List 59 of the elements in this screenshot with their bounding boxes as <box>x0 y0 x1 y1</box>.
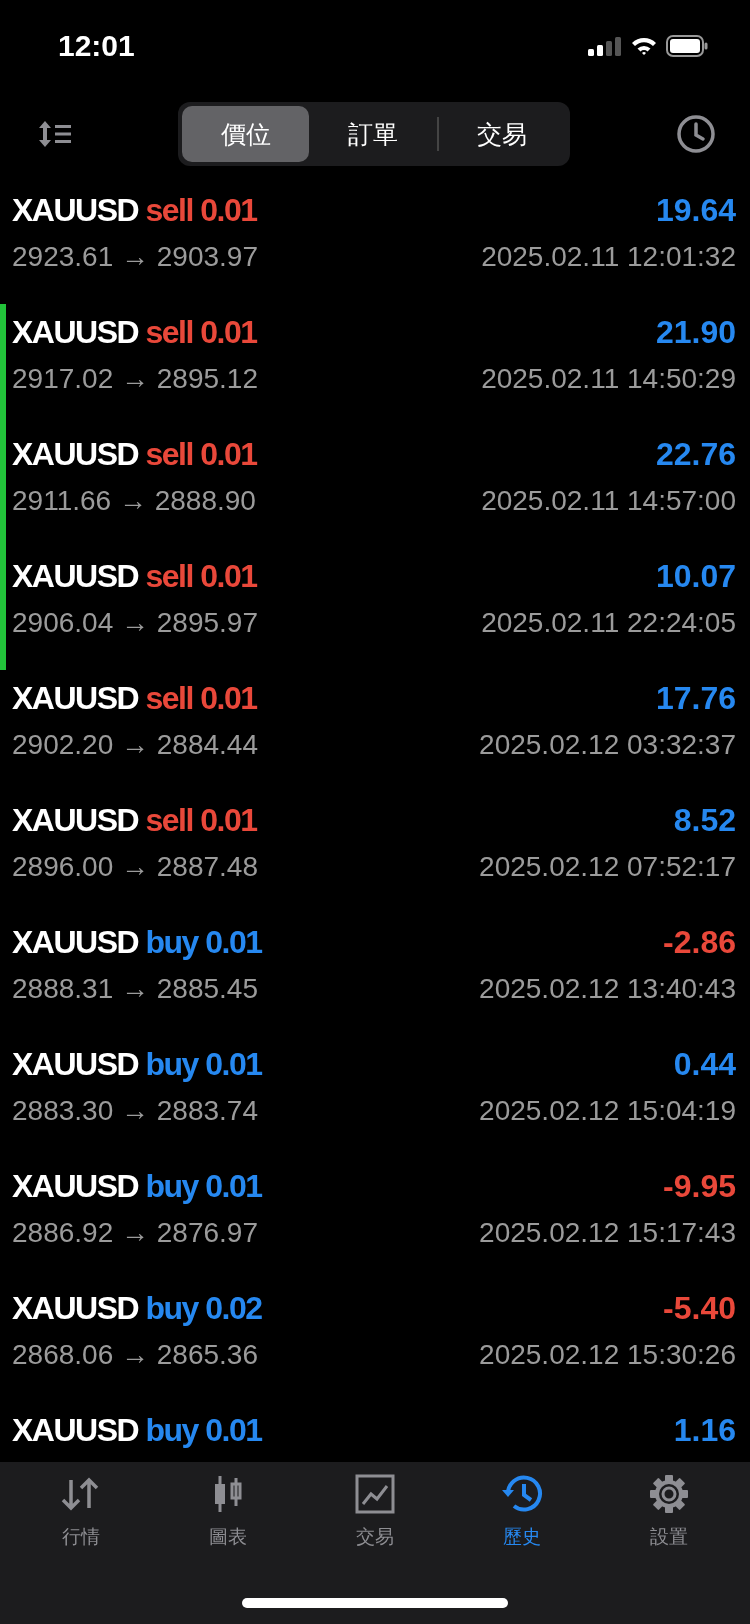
price-range: 2923.61 → 2903.97 <box>12 241 258 273</box>
price-range: 2888.31 → 2885.45 <box>12 973 258 1005</box>
segment-tab[interactable]: 訂單 <box>309 106 437 162</box>
profit-value: 8.52 <box>673 802 736 839</box>
price-range: 2886.92 → 2876.97 <box>12 1217 258 1249</box>
deal-title: XAUUSD sell 0.01 <box>12 802 257 839</box>
deal-title: XAUUSD sell 0.01 <box>12 558 257 595</box>
segment-tab[interactable]: 交易 <box>438 106 566 162</box>
deal-title: XAUUSD buy 0.01 <box>12 1412 262 1449</box>
deal-time: 2025.02.12 07:52:17 <box>479 851 736 883</box>
signal-icon <box>588 36 622 56</box>
history-icon <box>499 1474 544 1514</box>
profit-value: 1.16 <box>673 1412 736 1449</box>
price-range: 2896.00 → 2887.48 <box>12 851 258 883</box>
deal-time: 2025.02.12 15:30:26 <box>479 1339 736 1371</box>
deal-time: 2025.02.12 03:32:37 <box>479 729 736 761</box>
price-range: 2911.66 → 2888.90 <box>12 485 256 517</box>
tab-item[interactable]: 設置 <box>595 1474 742 1558</box>
price-range: 2917.02 → 2895.12 <box>12 363 258 395</box>
price-range: 2902.20 → 2884.44 <box>12 729 258 761</box>
tab-item[interactable]: 行情 <box>8 1474 155 1558</box>
deal-time: 2025.02.11 14:50:29 <box>481 363 736 395</box>
profit-value: 10.07 <box>655 558 736 595</box>
tab-item[interactable]: 歷史 <box>448 1474 596 1558</box>
deal-title: XAUUSD buy 0.01 <box>12 924 262 961</box>
battery-icon <box>666 35 708 57</box>
deal-title: XAUUSD buy 0.01 <box>12 1168 262 1205</box>
price-range: 2868.06 → 2865.36 <box>12 1339 258 1371</box>
profit-value: 17.76 <box>655 680 736 717</box>
deal-title: XAUUSD sell 0.01 <box>12 680 257 717</box>
deal-time: 2025.02.12 15:04:19 <box>479 1095 736 1127</box>
profit-value: -2.86 <box>663 924 736 961</box>
sort-icon[interactable] <box>38 119 72 149</box>
deal-title: XAUUSD buy 0.02 <box>12 1290 262 1327</box>
wifi-icon <box>630 36 658 56</box>
deal-title: XAUUSD sell 0.01 <box>12 192 257 229</box>
status-time: 12:01 <box>58 29 135 63</box>
deal-time: 2025.02.11 22:24:05 <box>481 607 736 639</box>
tab-item[interactable]: 交易 <box>301 1474 449 1558</box>
settings-icon <box>648 1474 689 1514</box>
profit-value: 22.76 <box>655 436 736 473</box>
deal-time: 2025.02.12 15:17:43 <box>479 1217 736 1249</box>
profit-value: -9.95 <box>663 1168 736 1205</box>
tab-item[interactable]: 圖表 <box>154 1474 302 1558</box>
profit-value: -5.40 <box>663 1290 736 1327</box>
deal-time: 2025.02.12 13:40:43 <box>479 973 736 1005</box>
profit-value: 19.64 <box>655 192 736 229</box>
price-range: 2883.30 → 2883.74 <box>12 1095 258 1127</box>
price-range: 2906.04 → 2895.97 <box>12 607 258 639</box>
clock-icon[interactable] <box>676 114 716 154</box>
segment-tab[interactable]: 價位 <box>182 106 310 162</box>
deal-time: 2025.02.11 14:57:00 <box>481 485 736 517</box>
deal-time: 2025.02.11 12:01:32 <box>481 241 736 273</box>
profit-value: 0.44 <box>673 1046 736 1083</box>
line-chart-icon <box>355 1474 395 1514</box>
deal-title: XAUUSD sell 0.01 <box>12 436 257 473</box>
deal-title: XAUUSD buy 0.01 <box>12 1046 262 1083</box>
profit-value: 21.90 <box>655 314 736 351</box>
deal-title: XAUUSD sell 0.01 <box>12 314 257 351</box>
